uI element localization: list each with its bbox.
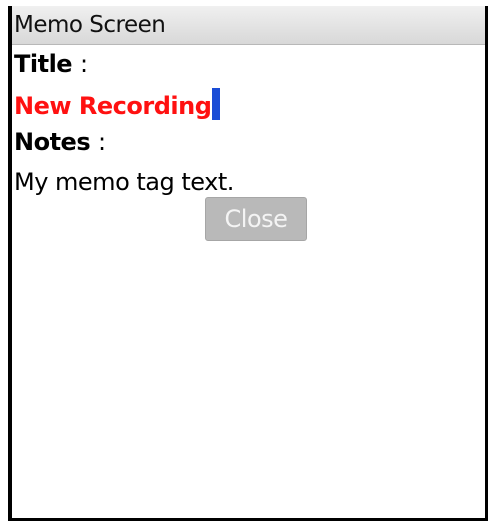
notes-label-colon: :: [97, 128, 106, 156]
title-label-row: Title :: [14, 50, 88, 78]
text-cursor: [212, 88, 221, 120]
title-label-colon: :: [79, 50, 88, 78]
notes-input[interactable]: My memo tag text.: [14, 168, 234, 196]
title-input-text: New Recording: [14, 92, 212, 120]
notes-label-row: Notes :: [14, 128, 106, 156]
notes-input-text: My memo tag text.: [14, 168, 234, 196]
title-input[interactable]: New Recording: [14, 88, 221, 120]
title-bar: Memo Screen: [12, 6, 485, 45]
device-frame: Memo Screen Title : New Recording Notes …: [0, 0, 488, 527]
screen-title: Memo Screen: [14, 12, 166, 38]
close-button[interactable]: Close: [205, 197, 307, 241]
title-label: Title: [14, 50, 73, 78]
memo-screen: Memo Screen Title : New Recording Notes …: [8, 6, 488, 521]
notes-label: Notes: [14, 128, 91, 156]
